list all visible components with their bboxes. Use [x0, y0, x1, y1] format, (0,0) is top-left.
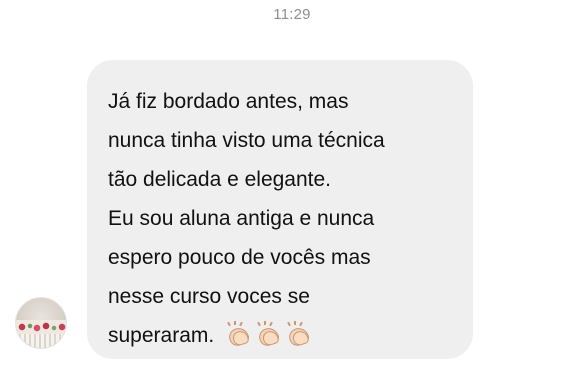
message-line-last: superaram. [108, 316, 453, 355]
sender-avatar[interactable] [15, 297, 67, 349]
message-line: Já fiz bordado antes, mas [108, 90, 349, 113]
lace-trim [16, 334, 66, 348]
message-bubble[interactable]: Já fiz bordado antes, mas nunca tinha vi… [87, 60, 473, 359]
message-line: tão delicada e elegante. [108, 168, 332, 191]
message-timestamp: 11:29 [273, 6, 311, 23]
embroidery-fabric [16, 320, 66, 334]
clapping-hands-icon [224, 321, 251, 349]
message-line: Eu sou aluna antiga e nunca [108, 207, 375, 230]
clapping-hands-icon [284, 321, 311, 349]
message-line: nesse curso voces se [108, 285, 310, 308]
clapping-hands-icon [254, 321, 281, 349]
message-line: espero pouco de vocês mas [108, 246, 371, 269]
message-line: nunca tinha visto uma técnica [108, 129, 385, 152]
message-text: superaram. [108, 324, 215, 347]
